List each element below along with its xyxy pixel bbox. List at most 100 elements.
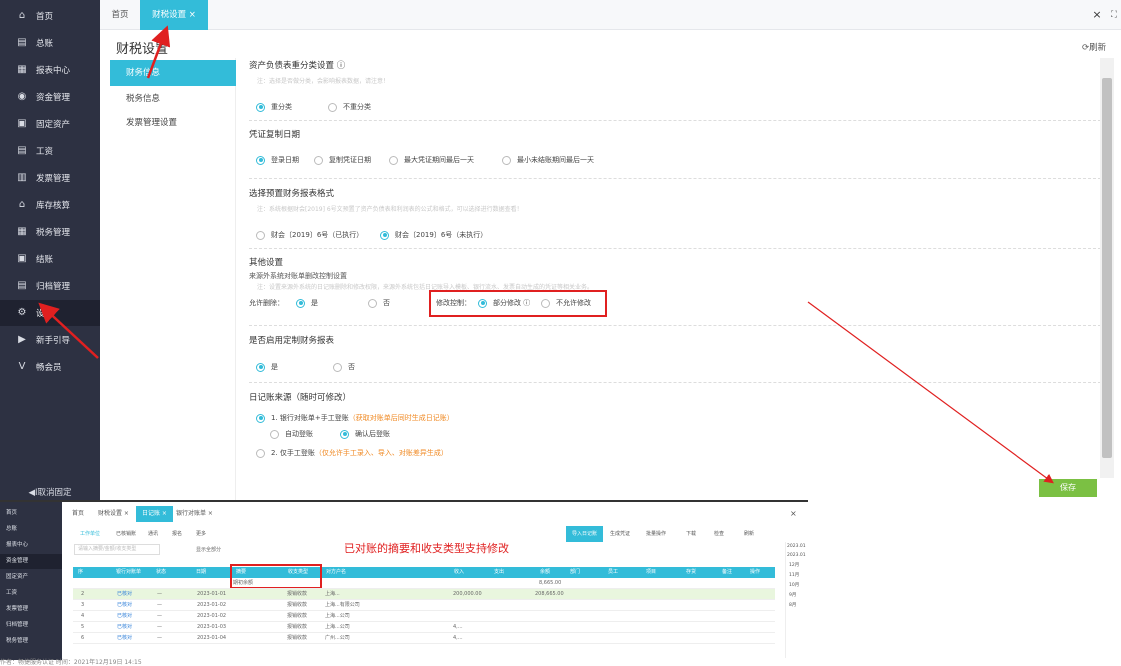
radio-manual-only[interactable]: 2. 仅手工登账 （仅允许手工录入、导入、对账差异生成） bbox=[256, 448, 448, 458]
tab-home[interactable]: 首页 bbox=[104, 0, 136, 30]
tab-settings[interactable]: 财税设置 × bbox=[140, 0, 208, 30]
period-item[interactable]: 2023.01 bbox=[786, 542, 807, 551]
radio-custom-no[interactable]: 否 bbox=[333, 362, 355, 372]
period-item[interactable]: 11月 bbox=[786, 570, 807, 580]
save-button[interactable]: 保存 bbox=[1039, 479, 1097, 497]
mini-sidebar: 首页 总账 报表中心 资金管理 固定资产 工资 发票管理 归档管理 税务管理 bbox=[0, 502, 62, 660]
type-cell[interactable]: 报销收款 bbox=[287, 589, 307, 600]
radio-delete-no[interactable]: 否 bbox=[368, 298, 390, 308]
type-cell[interactable]: 报销收款 bbox=[287, 600, 307, 611]
radio-copy-date[interactable]: 复制凭证日期 bbox=[314, 155, 371, 165]
status-link[interactable]: 已核对 bbox=[117, 633, 132, 644]
subnav-invoice[interactable]: 发票管理设置 bbox=[110, 110, 236, 136]
radio-delete-yes[interactable]: 是 bbox=[296, 298, 318, 308]
sidebar-item-funds[interactable]: ◉ 资金管理 bbox=[0, 84, 100, 110]
sidebar-item-invoice[interactable]: ▥ 发票管理 bbox=[0, 165, 100, 191]
mini-tab[interactable]: 首页 bbox=[66, 506, 90, 522]
sidebar-item-vip[interactable]: V 畅会员 bbox=[0, 354, 100, 380]
mini-sidebar-item[interactable]: 报表中心 bbox=[0, 538, 62, 553]
batch-button[interactable]: 批量操作 bbox=[640, 526, 672, 542]
type-cell[interactable]: 报销收款 bbox=[287, 633, 307, 644]
table-row: 期初余额 8,665.00 bbox=[73, 578, 775, 589]
status-link[interactable]: 已核对 bbox=[117, 600, 132, 611]
mini-subtab[interactable]: 更多 bbox=[190, 526, 212, 542]
sidebar-item-home[interactable]: ⌂ 首页 bbox=[0, 3, 100, 29]
mini-tab[interactable]: 银行对账单 × bbox=[170, 506, 219, 522]
radio-format-unexecuted[interactable]: 财会〔2019〕6号（未执行） bbox=[380, 230, 487, 240]
sidebar-item-tax[interactable]: ▦ 税务管理 bbox=[0, 219, 100, 245]
mini-sidebar-item[interactable]: 资金管理 bbox=[0, 554, 62, 569]
import-button[interactable]: 导入日记账 bbox=[566, 526, 604, 542]
radio-no-reclassify[interactable]: 不重分类 bbox=[328, 102, 371, 112]
radio-bank-manual[interactable]: 1. 银行对账单+手工登账 （获取对账单后同时生成日记账） bbox=[256, 413, 454, 423]
check-button[interactable]: 检查 bbox=[708, 526, 730, 542]
close-icon[interactable]: × bbox=[1090, 0, 1104, 30]
period-item[interactable]: 2023.01 bbox=[786, 551, 807, 560]
search-input[interactable]: 请输入摘要/金额/收支类型 bbox=[74, 544, 160, 555]
column-header: 序 bbox=[78, 569, 84, 575]
radio-format-executed[interactable]: 财会〔2019〕6号（已执行） bbox=[256, 230, 363, 240]
mini-subtab[interactable]: 通讯 bbox=[142, 526, 164, 542]
radio-reclassify[interactable]: 重分类 bbox=[256, 102, 292, 112]
type-cell[interactable]: 报销收款 bbox=[287, 622, 307, 633]
annotation-note: 已对账的摘要和收支类型支持修改 bbox=[344, 542, 509, 555]
mini-subtab[interactable]: 已核销账 bbox=[110, 526, 142, 542]
period-item[interactable]: 12月 bbox=[786, 560, 807, 570]
summary-cell[interactable]: 期初余额 bbox=[233, 578, 253, 589]
column-header: 日期 bbox=[196, 569, 207, 575]
radio-min-unclosed[interactable]: 最小未结账期间最后一天 bbox=[502, 155, 594, 165]
mini-sidebar-item[interactable]: 工资 bbox=[0, 586, 62, 601]
option-label: 否 bbox=[383, 299, 390, 307]
type-cell[interactable]: 报销收款 bbox=[287, 611, 307, 622]
sidebar-item-reports[interactable]: ▦ 报表中心 bbox=[0, 57, 100, 83]
mini-sidebar-item[interactable]: 总账 bbox=[0, 522, 62, 537]
subnav-finance[interactable]: 财务信息 bbox=[110, 60, 236, 86]
period-item[interactable]: 8月 bbox=[786, 600, 807, 610]
radio-login-date[interactable]: 登录日期 bbox=[256, 155, 299, 165]
mini-sidebar-item[interactable]: 固定资产 bbox=[0, 570, 62, 585]
sidebar-item-closing[interactable]: ▣ 结账 bbox=[0, 246, 100, 272]
subnav-tax[interactable]: 税务信息 bbox=[110, 86, 236, 112]
mini-tab-active[interactable]: 日记账 × bbox=[136, 506, 173, 522]
sidebar-item-inventory[interactable]: ⌂ 库存核算 bbox=[0, 192, 100, 218]
radio-confirm-post[interactable]: 确认后登账 bbox=[340, 429, 390, 439]
sidebar-item-guide[interactable]: ▶ 新手引导 bbox=[0, 327, 100, 353]
mini-sidebar-item[interactable]: 发票管理 bbox=[0, 602, 62, 617]
sidebar-item-ledger[interactable]: ▤ 总账 bbox=[0, 30, 100, 56]
radio-auto-post[interactable]: 自动登账 bbox=[270, 429, 313, 439]
refresh-button[interactable]: ⟳刷新 bbox=[1082, 41, 1106, 53]
refresh-button[interactable]: 刷新 bbox=[738, 526, 760, 542]
period-item[interactable]: 9月 bbox=[786, 590, 807, 600]
mini-tab[interactable]: 财税设置 × bbox=[92, 506, 135, 522]
collapse-button[interactable]: ◀I取消固定 bbox=[0, 486, 100, 498]
period-item[interactable]: 10月 bbox=[786, 580, 807, 590]
status-link[interactable]: 已核对 bbox=[117, 622, 132, 633]
mini-sidebar-item[interactable]: 首页 bbox=[0, 506, 62, 521]
option-note: （获取对账单后同时生成日记账） bbox=[348, 414, 454, 422]
close-icon[interactable]: × bbox=[189, 10, 196, 20]
divider bbox=[249, 325, 1106, 326]
column-header: 状态 bbox=[156, 569, 167, 575]
sidebar-item-salary[interactable]: ▤ 工资 bbox=[0, 138, 100, 164]
scrollbar-thumb[interactable] bbox=[1102, 78, 1112, 458]
hint-text: 注：系统根据财会[2019] 6号文预置了资产负债表和利润表的公式和格式，可以选… bbox=[257, 206, 523, 213]
radio-icon bbox=[502, 155, 511, 165]
sidebar-item-assets[interactable]: ▣ 固定资产 bbox=[0, 111, 100, 137]
mini-sidebar-item[interactable]: 归档管理 bbox=[0, 618, 62, 633]
expand-icon[interactable]: ⛶ bbox=[1108, 0, 1120, 30]
mini-subtab[interactable]: 报名 bbox=[166, 526, 188, 542]
option-label: 复制凭证日期 bbox=[329, 156, 371, 164]
radio-custom-yes[interactable]: 是 bbox=[256, 362, 278, 372]
status-link[interactable]: 已核对 bbox=[117, 611, 132, 622]
filter-checkbox[interactable]: 显示全部分 bbox=[196, 546, 221, 553]
row-index: 4 bbox=[81, 613, 85, 619]
radio-max-period[interactable]: 最大凭证期间最后一天 bbox=[389, 155, 474, 165]
mini-sidebar-item[interactable]: 税务管理 bbox=[0, 634, 62, 649]
close-icon[interactable]: × bbox=[784, 506, 803, 522]
sidebar-item-archive[interactable]: ▤ 归档管理 bbox=[0, 273, 100, 299]
sidebar-item-settings[interactable]: ⚙ 设置 bbox=[0, 300, 100, 326]
download-button[interactable]: 下载 bbox=[680, 526, 702, 542]
generate-voucher-button[interactable]: 生成凭证 bbox=[604, 526, 636, 542]
mini-subtab[interactable]: 工作单位 bbox=[74, 526, 106, 542]
status-link[interactable]: 已核对 bbox=[117, 589, 132, 600]
